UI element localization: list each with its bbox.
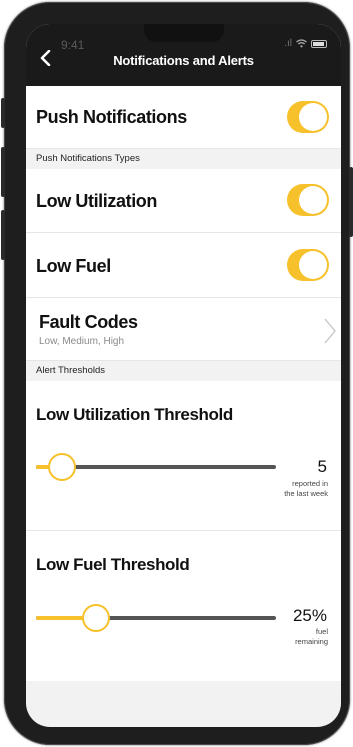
description-line: remaining <box>295 637 328 646</box>
utilization-threshold-label: Low Utilization Threshold <box>36 405 233 424</box>
side-button-volume-up <box>1 147 5 197</box>
toggle-knob <box>299 186 327 214</box>
side-button-volume-down <box>1 210 5 260</box>
screen: 9:41 .ıl Notifications and Alerts Push N… <box>26 24 341 727</box>
toggle-knob <box>299 103 327 131</box>
status-time: 9:41 <box>61 38 85 52</box>
battery-icon <box>311 39 327 48</box>
wifi-icon <box>296 39 307 48</box>
section-header-alert-thresholds: Alert Thresholds <box>26 361 341 381</box>
slider-thumb[interactable] <box>48 453 77 481</box>
utilization-threshold-row: Low Utilization Threshold 5 reported in … <box>26 381 341 531</box>
chevron-right-icon <box>324 318 336 344</box>
fuel-threshold-row: Low Fuel Threshold 25% fuel remaining <box>26 531 341 681</box>
low-utilization-row: Low Utilization <box>26 169 341 233</box>
push-notifications-row: Push Notifications <box>26 86 341 149</box>
fault-codes-subtitle: Low, Medium, High <box>39 336 125 347</box>
low-utilization-toggle[interactable] <box>287 184 329 216</box>
fuel-threshold-description: fuel remaining <box>268 627 328 647</box>
fault-codes-label: Fault Codes <box>39 312 138 332</box>
utilization-threshold-slider[interactable] <box>36 451 276 483</box>
description-line: reported in <box>292 479 328 488</box>
status-icons: .ıl <box>284 38 327 49</box>
section-header-push-types: Push Notifications Types <box>26 149 341 169</box>
push-notifications-label: Push Notifications <box>36 107 187 127</box>
notch <box>144 24 224 42</box>
low-fuel-row: Low Fuel <box>26 233 341 298</box>
page-title: Notifications and Alerts <box>113 53 254 68</box>
fuel-threshold-label: Low Fuel Threshold <box>36 555 190 574</box>
description-line: fuel <box>315 627 328 636</box>
signal-icon: .ıl <box>284 38 292 49</box>
fuel-threshold-slider[interactable] <box>36 602 276 634</box>
fuel-threshold-value: 25% <box>292 606 327 625</box>
nav-header: 9:41 .ıl Notifications and Alerts <box>26 24 341 86</box>
side-button-power <box>349 167 353 237</box>
low-fuel-toggle[interactable] <box>287 249 329 281</box>
utilization-threshold-description: reported in the last week <box>268 479 328 499</box>
slider-thumb[interactable] <box>82 604 110 632</box>
description-line: the last week <box>284 489 328 498</box>
toggle-knob <box>299 251 327 279</box>
settings-list: Push Notifications Push Notifications Ty… <box>26 86 341 681</box>
low-utilization-label: Low Utilization <box>36 191 157 211</box>
push-notifications-toggle[interactable] <box>287 101 329 133</box>
side-button-mute <box>1 98 5 128</box>
utilization-threshold-value: 5 <box>317 457 327 476</box>
low-fuel-label: Low Fuel <box>36 256 111 276</box>
phone-frame: 9:41 .ıl Notifications and Alerts Push N… <box>1 2 353 745</box>
fault-codes-row[interactable]: Fault Codes Low, Medium, High <box>26 298 341 361</box>
